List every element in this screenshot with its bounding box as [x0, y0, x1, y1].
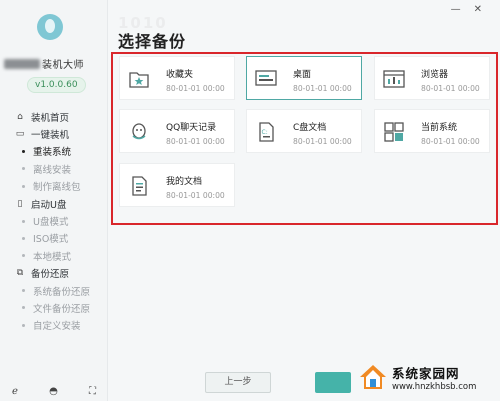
minimize-icon[interactable]: —	[451, 4, 461, 15]
backup-item-card[interactable]: 收藏夹 80-01-01 00:00	[119, 56, 235, 100]
window-controls: — ✕	[451, 4, 482, 15]
backup-item-time: 80-01-01 00:00	[293, 137, 352, 146]
sidebar-item-label: 制作离线包	[33, 182, 81, 194]
svg-text:C:: C:	[262, 129, 268, 136]
browser-e-icon[interactable]: ℯ	[12, 386, 18, 397]
windows-icon	[383, 122, 405, 142]
backup-item-name: 当前系统	[421, 123, 458, 133]
sidebar-item-label: 启动U盘	[31, 199, 67, 211]
bullet-dot	[22, 167, 25, 171]
backup-item-name: C盘文档	[293, 123, 327, 133]
sidebar-item[interactable]: ISO模式	[0, 230, 108, 247]
bullet-dot	[22, 289, 25, 293]
site-watermark: 系统家园网 www.hnzkhbsb.com	[358, 360, 496, 394]
backup-item-card[interactable]: 浏览器 80-01-01 00:00	[374, 56, 490, 100]
backup-item-card[interactable]: 当前系统 80-01-01 00:00	[374, 109, 490, 153]
sidebar-item-label: 自定义安装	[33, 321, 81, 333]
bullet-dot	[22, 236, 25, 240]
backup-selection-highlight: 收藏夹 80-01-01 00:00 桌面 80-01-01 00:00 浏览器 80-0…	[111, 52, 498, 225]
monitor-icon: ▭	[15, 129, 25, 140]
backup-item-time: 80-01-01 00:00	[421, 84, 480, 93]
bullet-dot	[22, 306, 25, 310]
main-panel: — ✕ 1010 选择备份 收藏夹 80-01-01 00:00 桌面 80-01-0…	[108, 0, 500, 401]
backup-item-name: 收藏夹	[166, 70, 194, 80]
sidebar-item[interactable]: 系统备份还原	[0, 282, 108, 299]
sidebar-item[interactable]: 自定义安装	[0, 317, 108, 334]
home-icon: ⌂	[17, 111, 23, 122]
document-icon	[128, 176, 150, 196]
watermark-name: 系统家园网	[392, 365, 460, 381]
sidebar-item-label: 装机首页	[31, 112, 70, 124]
backup-item-card[interactable]: C: C盘文档 80-01-01 00:00	[246, 109, 362, 153]
sidebar: 装机大师 v1.0.0.60 ⌂ 装机首页 ▭ 一键装机重装系统离线安装制作离线包 ▯ 启…	[0, 0, 108, 401]
sidebar-item-label: 系统备份还原	[33, 286, 91, 298]
house-logo-icon	[358, 362, 388, 392]
bullet-dot	[22, 219, 25, 223]
backup-item-time: 80-01-01 00:00	[293, 84, 352, 93]
sidebar-item[interactable]: U盘模式	[0, 212, 108, 229]
sidebar-item-label: 重装系统	[33, 147, 72, 159]
next-step-button[interactable]	[315, 372, 351, 393]
app-logo	[37, 14, 63, 40]
favorites-icon	[128, 69, 150, 89]
prev-step-button[interactable]: 上一步	[205, 372, 271, 393]
watermark-url: www.hnzkhbsb.com	[392, 381, 477, 392]
close-icon[interactable]: ✕	[474, 4, 482, 15]
backup-item-time: 80-01-01 00:00	[166, 84, 225, 93]
sidebar-item[interactable]: 文件备份还原	[0, 299, 108, 316]
sidebar-item[interactable]: ⧉ 备份还原	[0, 265, 108, 282]
sidebar-item-label: 文件备份还原	[33, 303, 91, 315]
sidebar-nav: ⌂ 装机首页 ▭ 一键装机重装系统离线安装制作离线包 ▯ 启动U盘 U盘模式 ISO模式本地模…	[0, 108, 108, 334]
sidebar-item-label: ISO模式	[33, 234, 69, 246]
backup-item-card[interactable]: 我的文档 80-01-01 00:00	[119, 163, 235, 207]
app-name: 装机大师	[4, 56, 104, 71]
page-title: 选择备份	[118, 32, 187, 51]
sidebar-footer: ℯ ◓ ⛶	[12, 386, 96, 397]
blurred-brand-prefix	[4, 59, 40, 69]
qq-icon	[128, 122, 150, 142]
sidebar-item-label: 备份还原	[31, 269, 70, 281]
bullet-dot	[22, 184, 25, 188]
backup-item-card[interactable]: QQ聊天记录 80-01-01 00:00	[119, 109, 235, 153]
backup-item-name: 桌面	[293, 70, 312, 80]
c-drive-doc-icon: C:	[255, 122, 277, 142]
headset-icon[interactable]: ◓	[49, 386, 58, 397]
backup-icon: ⧉	[16, 268, 24, 279]
backup-item-name: QQ聊天记录	[166, 123, 217, 133]
sidebar-item-label: 本地模式	[33, 251, 72, 263]
backup-item-time: 80-01-01 00:00	[166, 191, 225, 200]
backup-item-card[interactable]: 桌面 80-01-01 00:00	[246, 56, 362, 100]
bullet-dot	[22, 323, 25, 327]
desktop-icon	[255, 69, 277, 89]
bullet-dot	[22, 254, 25, 258]
version-badge: v1.0.0.60	[27, 77, 86, 93]
backup-item-name: 浏览器	[421, 70, 449, 80]
backup-item-time: 80-01-01 00:00	[421, 137, 480, 146]
sidebar-item-label: 离线安装	[33, 164, 72, 176]
sidebar-item[interactable]: ⌂ 装机首页	[0, 108, 108, 125]
expand-icon[interactable]: ⛶	[89, 386, 96, 397]
usb-icon: ▯	[17, 198, 23, 209]
browser-icon	[383, 69, 405, 89]
sidebar-item[interactable]: 离线安装	[0, 160, 108, 177]
backup-item-name: 我的文档	[166, 177, 203, 187]
sidebar-item[interactable]: ▯ 启动U盘	[0, 195, 108, 212]
backup-item-time: 80-01-01 00:00	[166, 137, 225, 146]
sidebar-item[interactable]: ▭ 一键装机	[0, 125, 108, 142]
sidebar-item-label: U盘模式	[33, 217, 69, 229]
sidebar-item-label: 一键装机	[31, 130, 70, 142]
bullet-dot	[22, 149, 25, 153]
sidebar-item[interactable]: 本地模式	[0, 247, 108, 264]
sidebar-item[interactable]: 重装系统	[0, 143, 108, 160]
sidebar-item[interactable]: 制作离线包	[0, 178, 108, 195]
